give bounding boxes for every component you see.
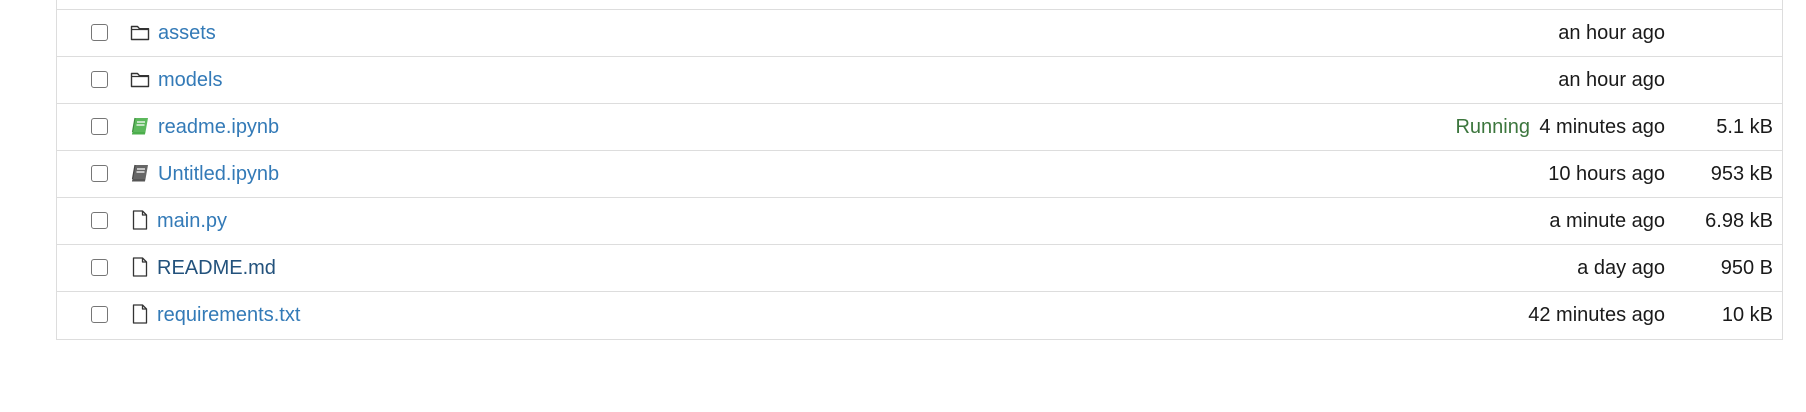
list-item[interactable]: models an hour ago bbox=[57, 57, 1782, 104]
file-size: 950 B bbox=[1720, 257, 1773, 279]
list-top-border bbox=[57, 0, 1782, 10]
file-icon bbox=[129, 209, 151, 231]
file-size: 953 kB bbox=[1710, 163, 1773, 185]
file-name-link[interactable]: models bbox=[158, 67, 222, 93]
list-item[interactable]: README.md a day ago 950 B bbox=[57, 245, 1782, 292]
list-item[interactable]: readme.ipynb Running 4 minutes ago 5.1 k… bbox=[57, 104, 1782, 151]
last-modified: 10 hours ago bbox=[1548, 163, 1665, 185]
folder-icon bbox=[129, 68, 151, 90]
file-name-link[interactable]: main.py bbox=[157, 208, 227, 234]
last-modified: a day ago bbox=[1577, 257, 1665, 279]
notebook-icon bbox=[129, 162, 151, 184]
file-size: 10 kB bbox=[1721, 304, 1773, 326]
file-name-link[interactable]: assets bbox=[158, 20, 216, 46]
list-item[interactable]: Untitled.ipynb 10 hours ago 953 kB bbox=[57, 151, 1782, 198]
file-name-link[interactable]: requirements.txt bbox=[157, 302, 300, 328]
row-checkbox[interactable] bbox=[91, 24, 108, 41]
last-modified: a minute ago bbox=[1549, 210, 1665, 232]
row-checkbox[interactable] bbox=[91, 212, 108, 229]
file-icon bbox=[129, 303, 151, 325]
notebook-running-icon bbox=[129, 115, 151, 137]
file-size: 5.1 kB bbox=[1716, 116, 1773, 138]
file-name-link[interactable]: README.md bbox=[157, 255, 276, 281]
file-list: assets an hour ago models an hour ago re… bbox=[56, 0, 1783, 340]
file-icon bbox=[129, 256, 151, 278]
last-modified: 4 minutes ago bbox=[1539, 116, 1665, 138]
list-item[interactable]: assets an hour ago bbox=[57, 10, 1782, 57]
folder-icon bbox=[129, 21, 151, 43]
row-checkbox[interactable] bbox=[91, 165, 108, 182]
last-modified: an hour ago bbox=[1558, 22, 1665, 44]
list-item[interactable]: requirements.txt 42 minutes ago 10 kB bbox=[57, 292, 1782, 339]
row-checkbox[interactable] bbox=[91, 71, 108, 88]
last-modified: 42 minutes ago bbox=[1528, 304, 1665, 326]
last-modified: an hour ago bbox=[1558, 69, 1665, 91]
row-checkbox[interactable] bbox=[91, 259, 108, 276]
file-name-link[interactable]: readme.ipynb bbox=[158, 114, 279, 140]
row-checkbox[interactable] bbox=[91, 306, 108, 323]
running-status: Running bbox=[1455, 116, 1530, 138]
row-checkbox[interactable] bbox=[91, 118, 108, 135]
list-item[interactable]: main.py a minute ago 6.98 kB bbox=[57, 198, 1782, 245]
file-name-link[interactable]: Untitled.ipynb bbox=[158, 161, 279, 187]
file-size: 6.98 kB bbox=[1705, 210, 1773, 232]
